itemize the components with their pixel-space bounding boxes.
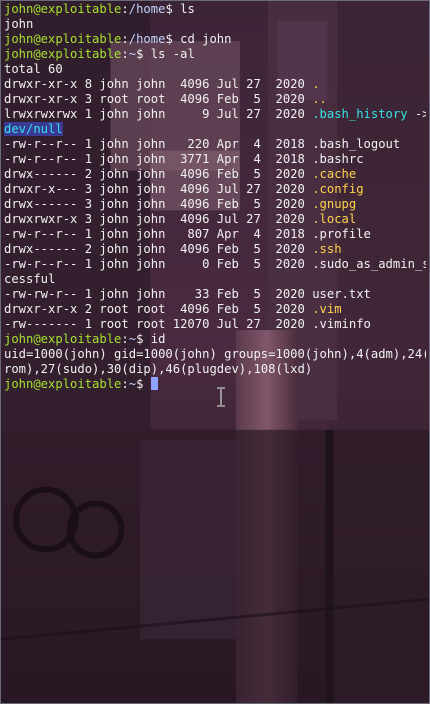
ls-filename: .config xyxy=(312,182,364,196)
ls-filename: .sudo_as_admin_suc xyxy=(312,257,426,271)
text-ibeam-icon xyxy=(217,387,225,407)
terminal-line: total 60 xyxy=(4,62,426,77)
output-text: total 60 xyxy=(4,62,63,76)
ls-meta: -rw------- 1 root root 12070 Jul 27 2020 xyxy=(4,317,313,331)
ls-entry: -rw-r--r-- 1 john john 3771 Apr 4 2018 .… xyxy=(4,152,426,167)
prompt-colon: : xyxy=(121,332,129,346)
prompt-symbol: $ xyxy=(136,47,151,61)
prompt-symbol: $ xyxy=(136,377,151,391)
prompt-path: /home xyxy=(128,2,166,16)
ls-entry: -rw-r--r-- 1 john john 0 Feb 5 2020 .sud… xyxy=(4,257,426,272)
ls-entry: drwxrwxr-x 3 john john 4096 Jul 27 2020 … xyxy=(4,212,426,227)
prompt-colon: : xyxy=(121,2,129,16)
command-text: id xyxy=(150,332,166,346)
ls-filename: .gnupg xyxy=(312,197,357,211)
ls-meta: lrwxrwxrwx 1 john john 9 Jul 27 2020 xyxy=(4,107,313,121)
ls-entry: -rw-rw-r-- 1 john john 33 Feb 5 2020 use… xyxy=(4,287,426,302)
terminal-line: rom),27(sudo),30(dip),46(plugdev),108(lx… xyxy=(4,362,426,377)
ls-filename: .ssh xyxy=(312,242,342,256)
prompt-path: ~ xyxy=(128,332,137,346)
terminal-window[interactable]: john@exploitable:/home$ ls john john@explo… xyxy=(0,0,430,704)
ls-meta: drwx------ 2 john john 4096 Feb 5 2020 xyxy=(4,242,313,256)
symlink-arrow: -> xyxy=(414,107,426,121)
ls-entry: drwx------ 3 john john 4096 Feb 5 2020 .… xyxy=(4,197,426,212)
prompt-colon: : xyxy=(121,377,129,391)
ls-entry: drwxr-xr-x 2 root root 4096 Feb 5 2020 .… xyxy=(4,302,426,317)
prompt-path: /home xyxy=(128,32,166,46)
prompt-colon: : xyxy=(121,32,129,46)
ls-entry: -rw-r--r-- 1 john john 220 Apr 4 2018 .b… xyxy=(4,137,426,152)
prompt-user: john@exploitable xyxy=(4,332,122,346)
prompt-line: john@exploitable:/home$ cd john xyxy=(4,32,426,47)
symlink-target: dev/null xyxy=(4,122,63,136)
ls-meta: drwxr-xr-x 2 root root 4096 Feb 5 2020 xyxy=(4,302,313,316)
ls-filename: .cache xyxy=(312,167,357,181)
prompt-path: ~ xyxy=(128,47,137,61)
terminal-line: cessful xyxy=(4,272,426,287)
ls-meta: drwx------ 2 john john 4096 Feb 5 2020 xyxy=(4,167,313,181)
ls-filename: .bashrc xyxy=(312,152,364,166)
prompt-user: john@exploitable xyxy=(4,47,122,61)
block-cursor-icon[interactable] xyxy=(150,377,158,390)
ls-entry: drwx------ 2 john john 4096 Feb 5 2020 .… xyxy=(4,242,426,257)
output-text: rom),27(sudo),30(dip),46(plugdev),108(lx… xyxy=(4,362,313,376)
ls-meta: -rw-r--r-- 1 john john 807 Apr 4 2018 xyxy=(4,227,313,241)
terminal-line: dev/null xyxy=(4,122,426,137)
prompt-line: john@exploitable:~$ id xyxy=(4,332,426,347)
prompt-line: john@exploitable:~$ ls -al xyxy=(4,47,426,62)
ls-meta: -rw-r--r-- 1 john john 220 Apr 4 2018 xyxy=(4,137,313,151)
ls-meta: drwxr-x--- 3 john john 4096 Jul 27 2020 xyxy=(4,182,313,196)
command-text: cd john xyxy=(180,32,232,46)
output-text: cessful xyxy=(4,272,56,286)
prompt-user: john@exploitable xyxy=(4,2,122,16)
ls-filename: .. xyxy=(312,92,327,106)
ls-filename: .bash_history xyxy=(312,107,408,121)
command-text: ls xyxy=(180,2,195,16)
prompt-symbol: $ xyxy=(165,2,181,16)
terminal-output[interactable]: john@exploitable:/home$ ls john john@explo… xyxy=(4,2,426,703)
prompt-user: john@exploitable xyxy=(4,377,122,391)
ls-entry: -rw------- 1 root root 12070 Jul 27 2020… xyxy=(4,317,426,332)
output-text: john xyxy=(4,17,34,31)
ls-entry: drwx------ 2 john john 4096 Feb 5 2020 .… xyxy=(4,167,426,182)
ls-filename: .local xyxy=(312,212,357,226)
prompt-path: ~ xyxy=(128,377,137,391)
ls-meta: drwxrwxr-x 3 john john 4096 Jul 27 2020 xyxy=(4,212,313,226)
ls-filename: . xyxy=(312,77,320,91)
ls-entry: lrwxrwxrwx 1 john john 9 Jul 27 2020 .ba… xyxy=(4,107,426,122)
ls-entry: drwxr-x--- 3 john john 4096 Jul 27 2020 … xyxy=(4,182,426,197)
ls-meta: drwxr-xr-x 3 root root 4096 Feb 5 2020 xyxy=(4,92,313,106)
ls-meta: -rw-r--r-- 1 john john 3771 Apr 4 2018 xyxy=(4,152,313,166)
ls-filename: .vim xyxy=(312,302,342,316)
terminal-line: john xyxy=(4,17,426,32)
ls-meta: drwxr-xr-x 8 john john 4096 Jul 27 2020 xyxy=(4,77,313,91)
ls-meta: -rw-rw-r-- 1 john john 33 Feb 5 2020 xyxy=(4,287,313,301)
ls-entry: drwxr-xr-x 8 john john 4096 Jul 27 2020 … xyxy=(4,77,426,92)
output-text: uid=1000(john) gid=1000(john) groups=100… xyxy=(4,347,426,361)
ls-entry: -rw-r--r-- 1 john john 807 Apr 4 2018 .p… xyxy=(4,227,426,242)
ls-filename: user.txt xyxy=(312,287,371,301)
prompt-symbol: $ xyxy=(136,332,151,346)
terminal-line: uid=1000(john) gid=1000(john) groups=100… xyxy=(4,347,426,362)
command-text: ls -al xyxy=(150,47,195,61)
ls-meta: drwx------ 3 john john 4096 Feb 5 2020 xyxy=(4,197,313,211)
prompt-colon: : xyxy=(121,47,129,61)
ls-filename: .viminfo xyxy=(312,317,371,331)
prompt-user: john@exploitable xyxy=(4,32,122,46)
ls-filename: .bash_logout xyxy=(312,137,401,151)
ls-meta: -rw-r--r-- 1 john john 0 Feb 5 2020 xyxy=(4,257,313,271)
ls-entry: drwxr-xr-x 3 root root 4096 Feb 5 2020 .… xyxy=(4,92,426,107)
prompt-symbol: $ xyxy=(165,32,181,46)
prompt-line: john@exploitable:/home$ ls xyxy=(4,2,426,17)
ls-filename: .profile xyxy=(312,227,371,241)
